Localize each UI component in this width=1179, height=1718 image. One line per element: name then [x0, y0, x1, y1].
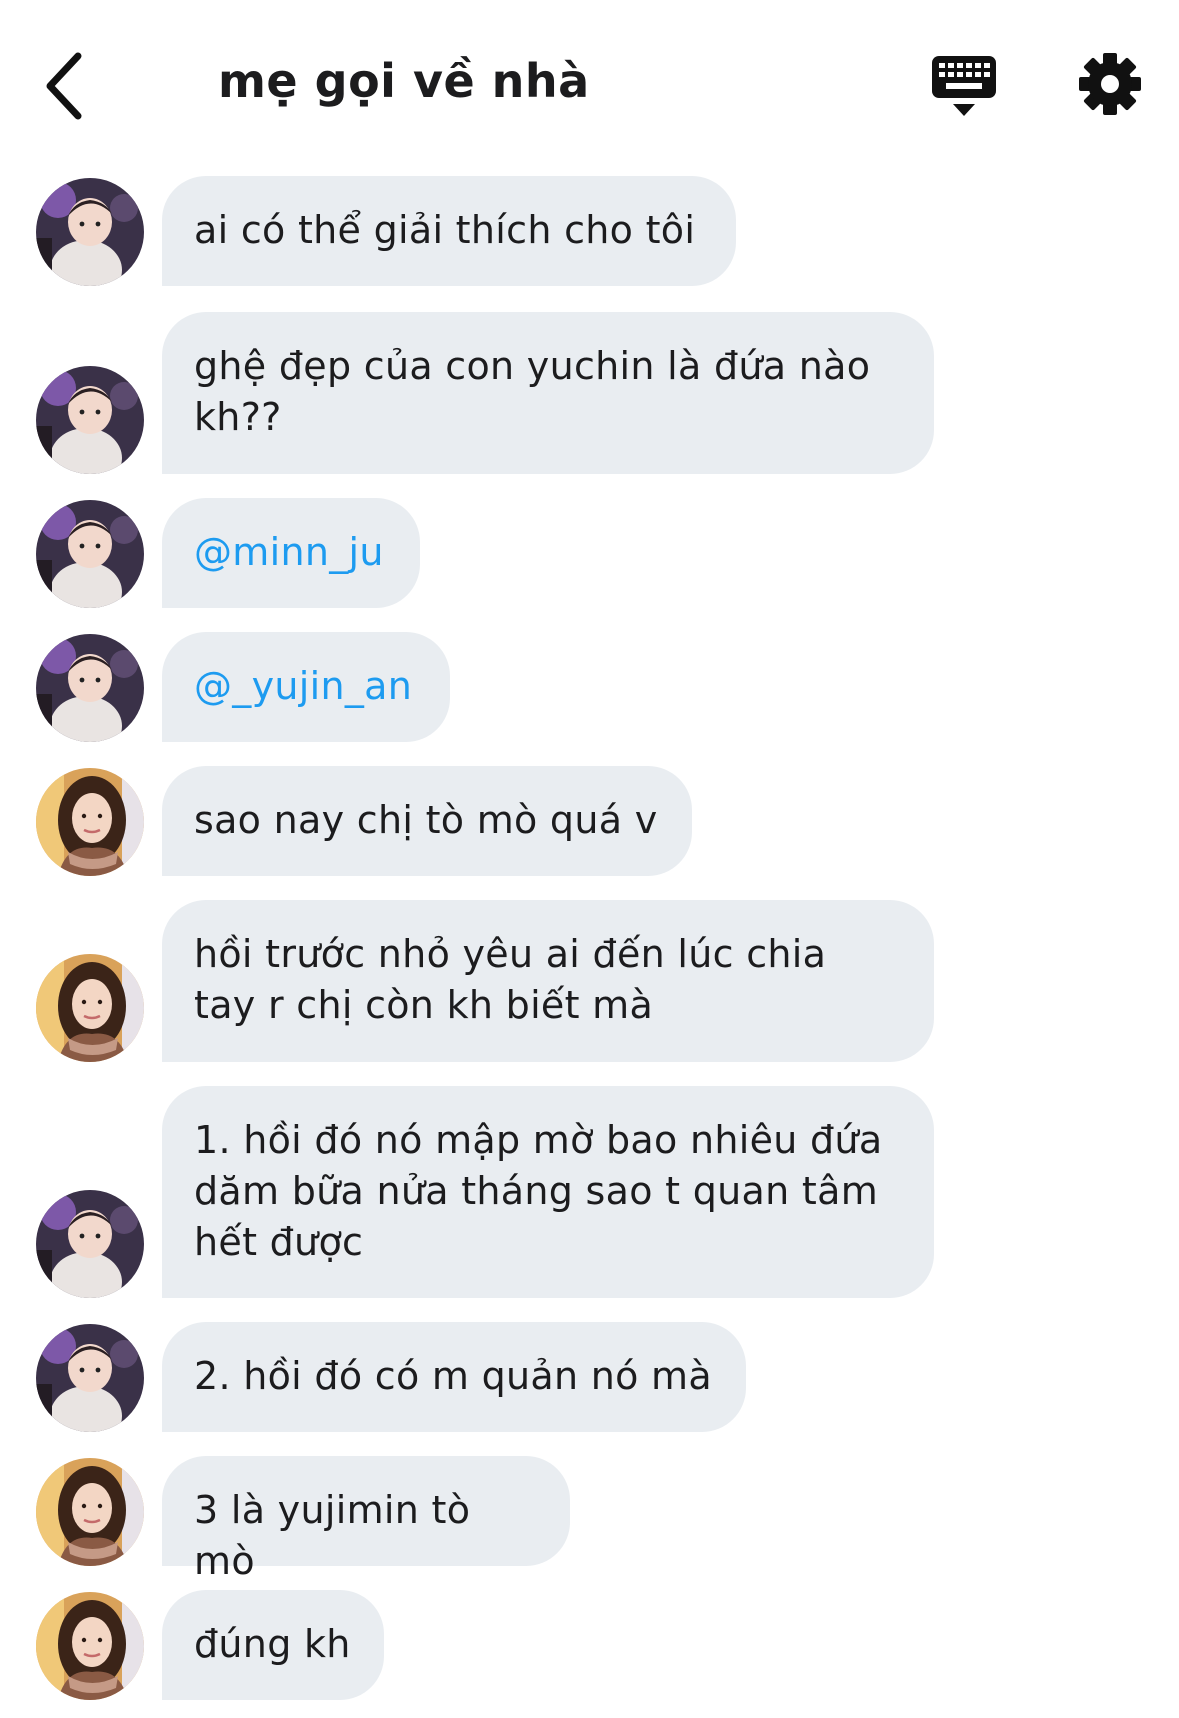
- baby-avatar-image: [36, 178, 144, 286]
- baby-avatar[interactable]: [36, 500, 144, 608]
- message-bubble[interactable]: 1. hồi đó nó mập mờ bao nhiêu đứa dăm bữ…: [162, 1086, 934, 1298]
- message-bubble[interactable]: 2. hồi đó có m quản nó mà: [162, 1322, 746, 1432]
- baby-avatar-image: [36, 366, 144, 474]
- message-bubble[interactable]: đúng kh: [162, 1590, 384, 1700]
- back-button[interactable]: [36, 48, 96, 124]
- message-bubble[interactable]: sao nay chị tò mò quá v: [162, 766, 692, 876]
- baby-avatar-image: [36, 1324, 144, 1432]
- settings-button[interactable]: [1078, 52, 1142, 116]
- baby-avatar[interactable]: [36, 1324, 144, 1432]
- mention-message-bubble[interactable]: @_yujin_an: [162, 632, 450, 742]
- message-row: sao nay chị tò mò quá v: [0, 766, 1179, 876]
- message-row: 2. hồi đó có m quản nó mà: [0, 1322, 1179, 1432]
- baby-avatar[interactable]: [36, 366, 144, 474]
- gear-icon: [1079, 53, 1141, 115]
- chat-title: mẹ gọi về nhà: [218, 54, 590, 108]
- girl-avatar-image: [36, 954, 144, 1062]
- keyboard-icon: [932, 56, 996, 116]
- message-bubble[interactable]: hồi trước nhỏ yêu ai đến lúc chia tay r …: [162, 900, 934, 1062]
- girl-avatar[interactable]: [36, 1592, 144, 1700]
- message-row: đúng kh: [0, 1590, 1179, 1700]
- message-row: 3 là yujimin tò mò: [0, 1456, 1179, 1583]
- girl-avatar-image: [36, 1458, 144, 1566]
- message-bubble[interactable]: ai có thể giải thích cho tôi: [162, 176, 736, 286]
- baby-avatar[interactable]: [36, 634, 144, 742]
- baby-avatar-image: [36, 634, 144, 742]
- girl-avatar[interactable]: [36, 1458, 144, 1566]
- baby-avatar[interactable]: [36, 1190, 144, 1298]
- girl-avatar-image: [36, 768, 144, 876]
- message-row: @minn_ju: [0, 498, 1179, 608]
- message-row: @_yujin_an: [0, 632, 1179, 742]
- baby-avatar-image: [36, 500, 144, 608]
- keyboard-button[interactable]: [930, 54, 998, 118]
- baby-avatar-image: [36, 1190, 144, 1298]
- message-row: 1. hồi đó nó mập mờ bao nhiêu đứa dăm bữ…: [0, 1086, 1179, 1298]
- mention-message-bubble[interactable]: @minn_ju: [162, 498, 420, 608]
- girl-avatar[interactable]: [36, 768, 144, 876]
- message-row: hồi trước nhỏ yêu ai đến lúc chia tay r …: [0, 900, 1179, 1062]
- chat-header: mẹ gọi về nhà: [0, 0, 1179, 150]
- message-bubble[interactable]: 3 là yujimin tò mò: [162, 1456, 570, 1583]
- message-row: ai có thể giải thích cho tôi: [0, 176, 1179, 286]
- baby-avatar[interactable]: [36, 178, 144, 286]
- chevron-left-icon: [46, 52, 82, 120]
- girl-avatar-image: [36, 1592, 144, 1700]
- message-bubble[interactable]: ghệ đẹp của con yuchin là đứa nào kh??: [162, 312, 934, 474]
- message-row: ghệ đẹp của con yuchin là đứa nào kh??: [0, 312, 1179, 474]
- girl-avatar[interactable]: [36, 954, 144, 1062]
